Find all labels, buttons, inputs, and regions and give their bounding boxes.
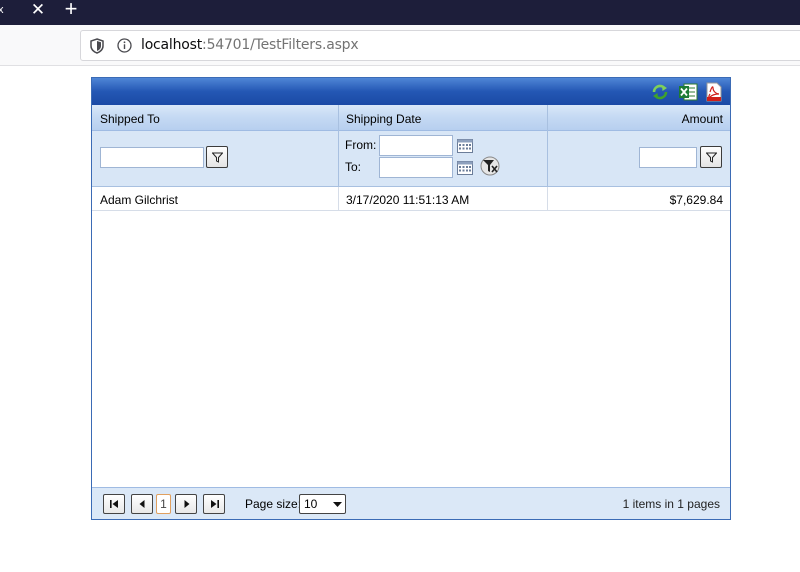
column-header-shipping-date[interactable]: Shipping Date: [338, 105, 547, 131]
grid-command-bar: [92, 78, 730, 105]
browser-tab-strip: x ✕ +: [0, 0, 800, 25]
column-divider: [547, 105, 548, 131]
column-divider: [338, 131, 339, 187]
filter-icon: [212, 152, 223, 163]
to-label: To:: [345, 160, 362, 174]
last-page-button[interactable]: [203, 494, 225, 514]
url-text[interactable]: localhost:54701/TestFilters.aspx: [141, 37, 359, 53]
column-header-amount[interactable]: Amount: [547, 105, 730, 131]
url-host: localhost: [141, 37, 203, 53]
table-row[interactable]: Adam Gilchrist 3/17/2020 11:51:13 AM $7,…: [92, 187, 730, 211]
amount-filter-button[interactable]: [700, 146, 722, 168]
data-grid: Shipped To Shipping Date Amount From: To…: [91, 77, 731, 520]
cell-shipping-date: 3/17/2020 11:51:13 AM: [346, 193, 470, 207]
tab-close-icon[interactable]: ✕: [30, 1, 46, 21]
from-label: From:: [345, 138, 377, 152]
calendar-icon[interactable]: [457, 161, 473, 175]
next-page-button[interactable]: [175, 494, 197, 514]
pager-info: 1 items in 1 pages: [622, 497, 720, 511]
column-divider: [338, 187, 339, 211]
shipped-to-filter-button[interactable]: [206, 146, 228, 168]
previous-page-icon: [139, 500, 145, 508]
date-from-input[interactable]: [379, 135, 453, 156]
tab-title: x: [0, 4, 4, 16]
shield-icon[interactable]: [90, 38, 104, 54]
date-to-input[interactable]: [379, 157, 453, 178]
last-page-icon: [211, 500, 219, 508]
clear-filter-icon[interactable]: [480, 156, 500, 176]
cell-shipped-to: Adam Gilchrist: [100, 193, 179, 207]
shipped-to-filter-input[interactable]: [100, 147, 204, 168]
calendar-icon[interactable]: [457, 139, 473, 153]
grid-pager: 1 Page size: 10 1 items in 1 pages: [92, 487, 730, 519]
info-icon[interactable]: [117, 38, 132, 53]
cell-amount: $7,629.84: [669, 193, 723, 207]
url-path: :54701/TestFilters.aspx: [202, 37, 359, 53]
browser-tab[interactable]: x ✕: [0, 0, 54, 25]
column-header-shipped-to[interactable]: Shipped To: [92, 105, 338, 131]
next-page-icon: [184, 500, 190, 508]
first-page-button[interactable]: [103, 494, 125, 514]
page-size-value: 10: [304, 497, 318, 511]
browser-navbar: localhost:54701/TestFilters.aspx: [0, 25, 800, 66]
grid-filter-row: From: To:: [92, 131, 730, 187]
page-size-select[interactable]: 10: [299, 494, 346, 514]
grid-header-row: Shipped To Shipping Date Amount: [92, 105, 730, 131]
column-divider: [547, 131, 548, 187]
amount-filter-input[interactable]: [639, 147, 697, 168]
new-tab-icon[interactable]: +: [62, 0, 80, 20]
export-excel-icon[interactable]: [678, 82, 698, 102]
column-divider: [338, 105, 339, 131]
page-number-button[interactable]: 1: [156, 494, 171, 514]
filter-icon: [706, 152, 717, 163]
export-pdf-icon[interactable]: [704, 82, 724, 102]
column-divider: [547, 187, 548, 211]
first-page-icon: [110, 500, 118, 508]
previous-page-button[interactable]: [131, 494, 153, 514]
refresh-icon[interactable]: [650, 82, 670, 102]
address-bar[interactable]: localhost:54701/TestFilters.aspx: [80, 30, 800, 61]
page-size-label: Page size:: [245, 497, 302, 511]
chevron-down-icon: [333, 502, 342, 507]
